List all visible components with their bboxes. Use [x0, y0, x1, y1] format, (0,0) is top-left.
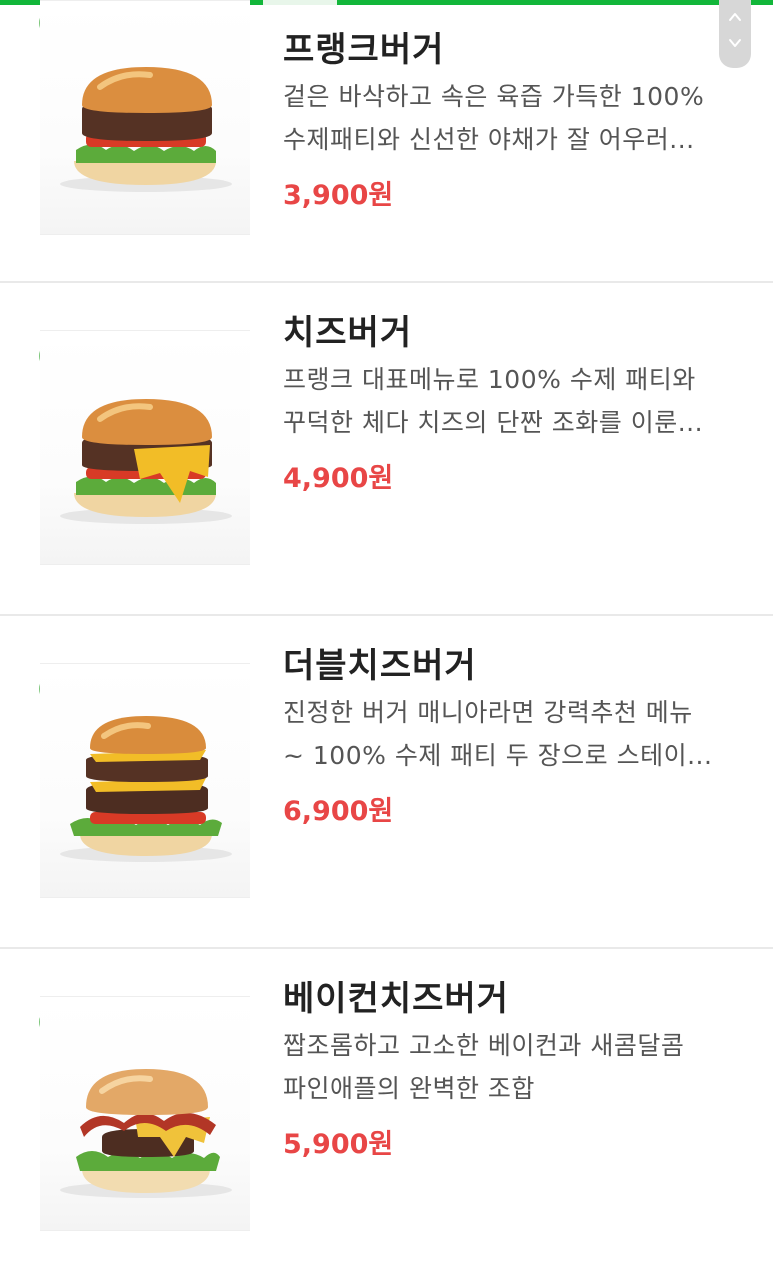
description-line-2: 수제패티와 신선한 야채가 잘 어우러...: [283, 125, 695, 154]
item-description: 겉은 바삭하고 속은 육즙 가득한 100% 수제패티와 신선한 야채가 잘 어…: [283, 75, 728, 161]
item-description: 진정한 버거 매니아라면 강력추천 메뉴 ~ 100% 수제 패티 두 장으로 …: [283, 691, 728, 777]
description-line-1: 프랭크 대표메뉴로 100% 수제 패티와: [283, 365, 696, 394]
description-line-2: ~ 100% 수제 패티 두 장으로 스테이...: [283, 741, 713, 770]
description-line-1: 진정한 버거 매니아라면 강력추천 메뉴: [283, 698, 693, 727]
item-price: 5,900원: [283, 1129, 394, 1160]
description-line-2: 꾸덕한 체다 치즈의 단짠 조화를 이룬...: [283, 408, 704, 437]
item-price: 4,900원: [283, 463, 394, 494]
item-name: 프랭크버거: [283, 30, 445, 70]
item-name: 치즈버거: [283, 313, 413, 353]
menu-item-cheese-burger[interactable]: 2 치즈버거 프랭크 대표메뉴로 100% 수제 패티와 꾸덕한 체다 치즈의 …: [0, 283, 773, 616]
description-line-2: 파인애플의 완벽한 조합: [283, 1074, 535, 1103]
item-price: 6,900원: [283, 796, 394, 827]
item-description: 짭조롬하고 고소한 베이컨과 새콤달콤 파인애플의 완벽한 조합: [283, 1024, 728, 1110]
chevron-up-icon[interactable]: [727, 8, 743, 26]
scroll-control[interactable]: [719, 0, 751, 68]
menu-item-double-cheese-burger[interactable]: 4 더블치즈버거 진정한 버거 매니아라면 강력추천 메뉴 ~ 100% 수제 …: [0, 616, 773, 949]
cheeseburger-photo[interactable]: [40, 330, 250, 565]
double-cheeseburger-photo[interactable]: [40, 663, 250, 898]
menu-list: 1 프랭크버거 겉은 바삭하고 속은 육즙 가득한 100% 수제패티와 신선한…: [0, 0, 773, 1282]
item-description: 프랭크 대표메뉴로 100% 수제 패티와 꾸덕한 체다 치즈의 단짠 조화를 …: [283, 358, 728, 444]
item-name: 베이컨치즈버거: [283, 979, 509, 1019]
menu-item-bacon-cheese-burger[interactable]: 3 베이컨치즈버거 짭조롬하고 고소한 베이컨과 새콤달콤 파인애플의 완벽한 …: [0, 949, 773, 1282]
item-price: 3,900원: [283, 180, 394, 211]
bacon-cheeseburger-photo[interactable]: [40, 996, 250, 1231]
hamburger-photo[interactable]: [40, 0, 250, 235]
item-name: 더블치즈버거: [283, 646, 477, 686]
menu-item-frank-burger[interactable]: 1 프랭크버거 겉은 바삭하고 속은 육즙 가득한 100% 수제패티와 신선한…: [0, 0, 773, 283]
description-line-1: 겉은 바삭하고 속은 육즙 가득한 100%: [283, 82, 705, 111]
chevron-down-icon[interactable]: [727, 34, 743, 52]
description-line-1: 짭조롬하고 고소한 베이컨과 새콤달콤: [283, 1031, 685, 1060]
